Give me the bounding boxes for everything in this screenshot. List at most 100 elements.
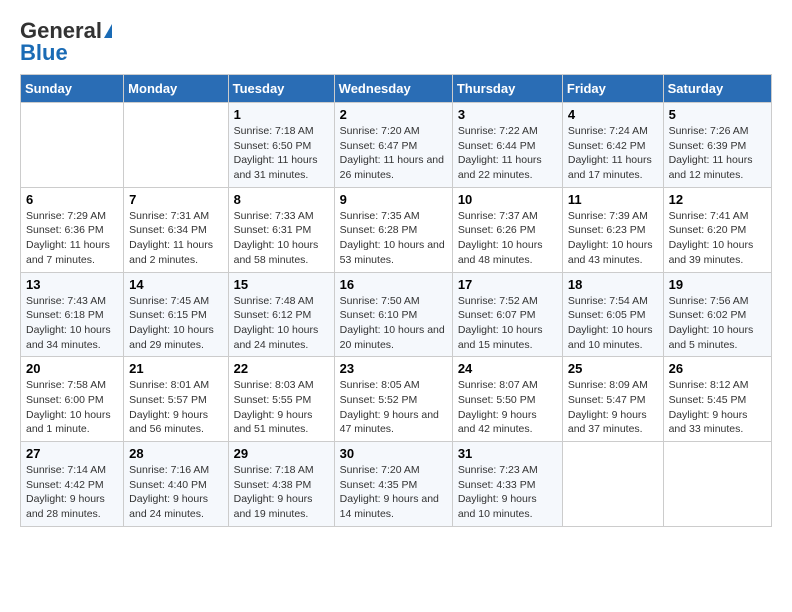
calendar-cell: 10 Sunrise: 7:37 AM Sunset: 6:26 PM Dayli… [452,187,562,272]
day-info: Sunrise: 8:09 AM Sunset: 5:47 PM Dayligh… [568,378,658,437]
day-info: Sunrise: 7:18 AM Sunset: 4:38 PM Dayligh… [234,463,329,522]
day-number: 3 [458,107,557,122]
calendar-week-row: 1Sunrise: 7:18 AM Sunset: 6:50 PM Daylig… [21,103,772,188]
logo-general: General [20,20,102,42]
day-number: 18 [568,277,658,292]
day-number: 25 [568,361,658,376]
logo-triangle-icon [104,24,112,38]
calendar-cell: 31 Sunrise: 7:23 AM Sunset: 4:33 PM Dayli… [452,442,562,527]
day-number: 1 [234,107,329,122]
calendar-cell: 18 Sunrise: 7:54 AM Sunset: 6:05 PM Dayli… [562,272,663,357]
day-info: Sunrise: 7:20 AM Sunset: 6:47 PM Dayligh… [340,124,447,183]
calendar-header-row: SundayMondayTuesdayWednesdayThursdayFrid… [21,75,772,103]
calendar-cell: 24 Sunrise: 8:07 AM Sunset: 5:50 PM Dayli… [452,357,562,442]
day-number: 2 [340,107,447,122]
day-info: Sunrise: 7:20 AM Sunset: 4:35 PM Dayligh… [340,463,447,522]
day-number: 23 [340,361,447,376]
calendar-cell: 1Sunrise: 7:18 AM Sunset: 6:50 PM Daylig… [228,103,334,188]
day-number: 12 [669,192,766,207]
day-info: Sunrise: 7:24 AM Sunset: 6:42 PM Dayligh… [568,124,658,183]
calendar-cell [21,103,124,188]
calendar-cell: 5 Sunrise: 7:26 AM Sunset: 6:39 PM Daylig… [663,103,771,188]
header-sunday: Sunday [21,75,124,103]
day-number: 14 [129,277,222,292]
day-info: Sunrise: 7:43 AM Sunset: 6:18 PM Dayligh… [26,294,118,353]
calendar-cell: 15 Sunrise: 7:48 AM Sunset: 6:12 PM Dayli… [228,272,334,357]
calendar-cell: 27 Sunrise: 7:14 AM Sunset: 4:42 PM Dayli… [21,442,124,527]
day-number: 20 [26,361,118,376]
day-number: 7 [129,192,222,207]
day-number: 9 [340,192,447,207]
day-info: Sunrise: 7:14 AM Sunset: 4:42 PM Dayligh… [26,463,118,522]
day-info: Sunrise: 7:23 AM Sunset: 4:33 PM Dayligh… [458,463,557,522]
header-wednesday: Wednesday [334,75,452,103]
calendar-cell: 13 Sunrise: 7:43 AM Sunset: 6:18 PM Dayli… [21,272,124,357]
calendar-cell: 3 Sunrise: 7:22 AM Sunset: 6:44 PM Daylig… [452,103,562,188]
calendar-week-row: 27 Sunrise: 7:14 AM Sunset: 4:42 PM Dayli… [21,442,772,527]
header-friday: Friday [562,75,663,103]
day-info: Sunrise: 7:52 AM Sunset: 6:07 PM Dayligh… [458,294,557,353]
day-info: Sunrise: 7:31 AM Sunset: 6:34 PM Dayligh… [129,209,222,268]
calendar-cell: 28Sunrise: 7:16 AM Sunset: 4:40 PM Dayli… [124,442,228,527]
day-info: Sunrise: 7:35 AM Sunset: 6:28 PM Dayligh… [340,209,447,268]
calendar-cell [663,442,771,527]
day-number: 31 [458,446,557,461]
day-info: Sunrise: 7:37 AM Sunset: 6:26 PM Dayligh… [458,209,557,268]
day-info: Sunrise: 7:22 AM Sunset: 6:44 PM Dayligh… [458,124,557,183]
day-info: Sunrise: 8:01 AM Sunset: 5:57 PM Dayligh… [129,378,222,437]
calendar-week-row: 13 Sunrise: 7:43 AM Sunset: 6:18 PM Dayli… [21,272,772,357]
calendar-cell: 6 Sunrise: 7:29 AM Sunset: 6:36 PM Daylig… [21,187,124,272]
day-number: 11 [568,192,658,207]
day-number: 5 [669,107,766,122]
calendar-cell: 7 Sunrise: 7:31 AM Sunset: 6:34 PM Daylig… [124,187,228,272]
day-number: 10 [458,192,557,207]
calendar-cell: 25 Sunrise: 8:09 AM Sunset: 5:47 PM Dayli… [562,357,663,442]
day-info: Sunrise: 7:45 AM Sunset: 6:15 PM Dayligh… [129,294,222,353]
day-info: Sunrise: 7:50 AM Sunset: 6:10 PM Dayligh… [340,294,447,353]
calendar-cell: 4Sunrise: 7:24 AM Sunset: 6:42 PM Daylig… [562,103,663,188]
day-number: 17 [458,277,557,292]
day-info: Sunrise: 8:07 AM Sunset: 5:50 PM Dayligh… [458,378,557,437]
header-monday: Monday [124,75,228,103]
day-number: 13 [26,277,118,292]
header-thursday: Thursday [452,75,562,103]
day-number: 22 [234,361,329,376]
calendar-cell: 11 Sunrise: 7:39 AM Sunset: 6:23 PM Dayli… [562,187,663,272]
day-info: Sunrise: 7:29 AM Sunset: 6:36 PM Dayligh… [26,209,118,268]
day-info: Sunrise: 7:54 AM Sunset: 6:05 PM Dayligh… [568,294,658,353]
calendar-cell [562,442,663,527]
day-number: 21 [129,361,222,376]
calendar-table: SundayMondayTuesdayWednesdayThursdayFrid… [20,74,772,527]
calendar-cell: 16 Sunrise: 7:50 AM Sunset: 6:10 PM Dayli… [334,272,452,357]
day-info: Sunrise: 7:39 AM Sunset: 6:23 PM Dayligh… [568,209,658,268]
day-info: Sunrise: 7:26 AM Sunset: 6:39 PM Dayligh… [669,124,766,183]
calendar-cell [124,103,228,188]
calendar-cell: 2 Sunrise: 7:20 AM Sunset: 6:47 PM Daylig… [334,103,452,188]
calendar-cell: 14 Sunrise: 7:45 AM Sunset: 6:15 PM Dayli… [124,272,228,357]
calendar-week-row: 6 Sunrise: 7:29 AM Sunset: 6:36 PM Daylig… [21,187,772,272]
calendar-cell: 12 Sunrise: 7:41 AM Sunset: 6:20 PM Dayli… [663,187,771,272]
calendar-cell: 9 Sunrise: 7:35 AM Sunset: 6:28 PM Daylig… [334,187,452,272]
header-saturday: Saturday [663,75,771,103]
day-number: 15 [234,277,329,292]
day-number: 16 [340,277,447,292]
calendar-cell: 30 Sunrise: 7:20 AM Sunset: 4:35 PM Dayli… [334,442,452,527]
day-info: Sunrise: 7:41 AM Sunset: 6:20 PM Dayligh… [669,209,766,268]
day-number: 6 [26,192,118,207]
day-info: Sunrise: 8:05 AM Sunset: 5:52 PM Dayligh… [340,378,447,437]
calendar-cell: 22Sunrise: 8:03 AM Sunset: 5:55 PM Dayli… [228,357,334,442]
header-tuesday: Tuesday [228,75,334,103]
day-number: 30 [340,446,447,461]
day-info: Sunrise: 7:48 AM Sunset: 6:12 PM Dayligh… [234,294,329,353]
page-header: General Blue [20,20,772,64]
day-number: 24 [458,361,557,376]
calendar-cell: 21 Sunrise: 8:01 AM Sunset: 5:57 PM Dayli… [124,357,228,442]
calendar-cell: 23 Sunrise: 8:05 AM Sunset: 5:52 PM Dayli… [334,357,452,442]
calendar-cell: 17 Sunrise: 7:52 AM Sunset: 6:07 PM Dayli… [452,272,562,357]
day-number: 27 [26,446,118,461]
day-info: Sunrise: 7:16 AM Sunset: 4:40 PM Dayligh… [129,463,222,522]
day-info: Sunrise: 8:12 AM Sunset: 5:45 PM Dayligh… [669,378,766,437]
calendar-week-row: 20Sunrise: 7:58 AM Sunset: 6:00 PM Dayli… [21,357,772,442]
calendar-cell: 26Sunrise: 8:12 AM Sunset: 5:45 PM Dayli… [663,357,771,442]
day-info: Sunrise: 7:56 AM Sunset: 6:02 PM Dayligh… [669,294,766,353]
